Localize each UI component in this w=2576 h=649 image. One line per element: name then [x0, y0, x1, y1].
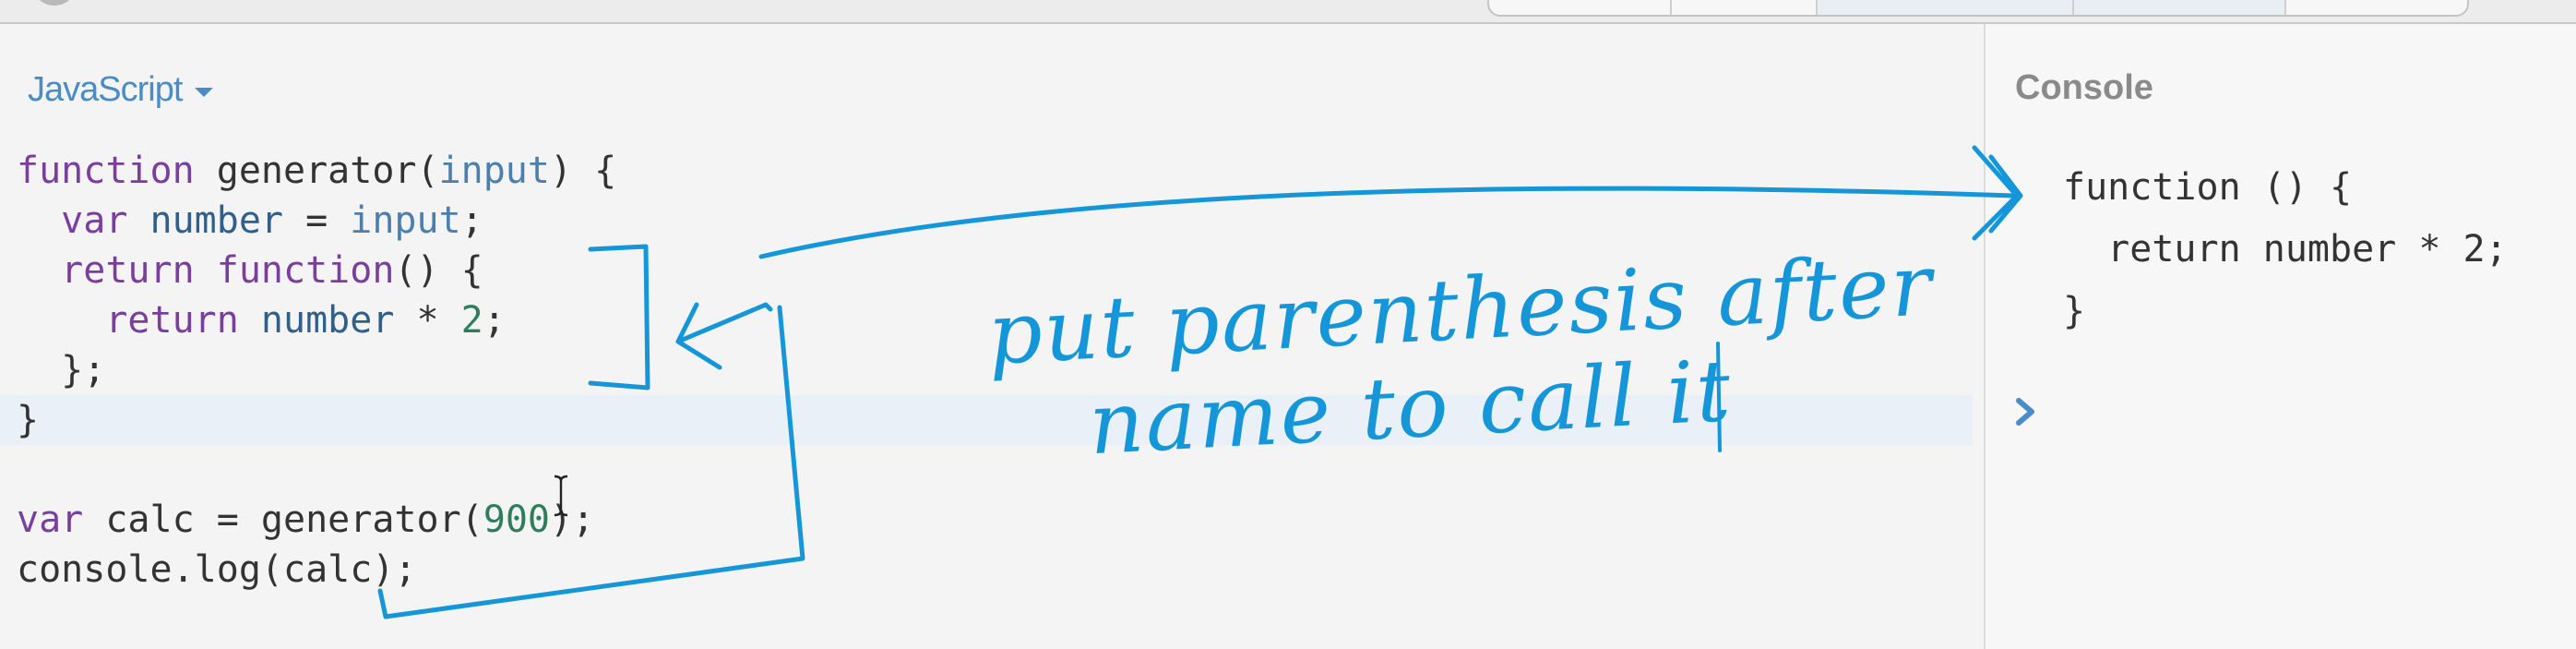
code-token: 900: [483, 499, 550, 541]
panel-toggle-1[interactable]: [1489, 0, 1672, 15]
code-token: () {: [394, 249, 483, 292]
language-label: JavaScript: [28, 70, 183, 109]
console-panel: Console function () { return number * 2;…: [1986, 24, 2576, 649]
code-token: calc = generator(: [83, 499, 483, 541]
console-prompt-icon[interactable]: [2010, 393, 2041, 430]
code-token: ;: [460, 199, 483, 242]
panel-toggle-5[interactable]: [2286, 0, 2467, 15]
code-line[interactable]: console.log(calc);: [17, 545, 1973, 595]
code-line[interactable]: var number = input;: [17, 196, 1973, 246]
code-token: input: [438, 150, 550, 192]
code-token: number: [238, 299, 417, 342]
code-token: return: [61, 249, 195, 292]
console-output: function () { return number * 2;}: [2063, 157, 2508, 343]
code-token: };: [17, 349, 106, 391]
code-token: function: [17, 150, 195, 192]
toolbar-round-button[interactable]: [31, 0, 78, 6]
code-token: ) {: [549, 150, 617, 192]
console-output-line: function () {: [2063, 166, 2353, 209]
console-title: Console: [2015, 68, 2153, 107]
code-line[interactable]: function generator(input) {: [17, 146, 1973, 196]
window-toolbar: [0, 0, 2576, 24]
code-token: generator(: [194, 150, 439, 192]
code-token: function: [216, 249, 395, 292]
console-output-line: return number * 2;: [2063, 228, 2508, 270]
code-token: *: [416, 299, 461, 342]
panel-toggle-4[interactable]: [2074, 0, 2286, 15]
code-token: number: [127, 199, 306, 242]
language-dropdown[interactable]: JavaScript: [28, 70, 214, 110]
code-token: }: [17, 399, 40, 441]
panel-toggle-group: [1487, 0, 2469, 17]
code-token: =: [305, 199, 351, 242]
code-token: 2: [460, 299, 483, 342]
console-output-line: }: [2063, 290, 2086, 332]
code-token: console.log(calc);: [17, 548, 417, 591]
code-token: var: [17, 499, 84, 541]
panel-toggle-3[interactable]: [1818, 0, 2074, 15]
code-token: ;: [483, 299, 506, 342]
text-cursor-icon: [554, 475, 568, 517]
code-token: var: [61, 199, 128, 242]
code-line[interactable]: var calc = generator(900);: [17, 495, 1973, 545]
panel-toggle-2[interactable]: [1672, 0, 1818, 15]
chevron-down-icon: [195, 87, 214, 97]
code-line[interactable]: [17, 445, 1973, 495]
code-token: return: [105, 299, 239, 342]
code-token: input: [350, 199, 461, 242]
